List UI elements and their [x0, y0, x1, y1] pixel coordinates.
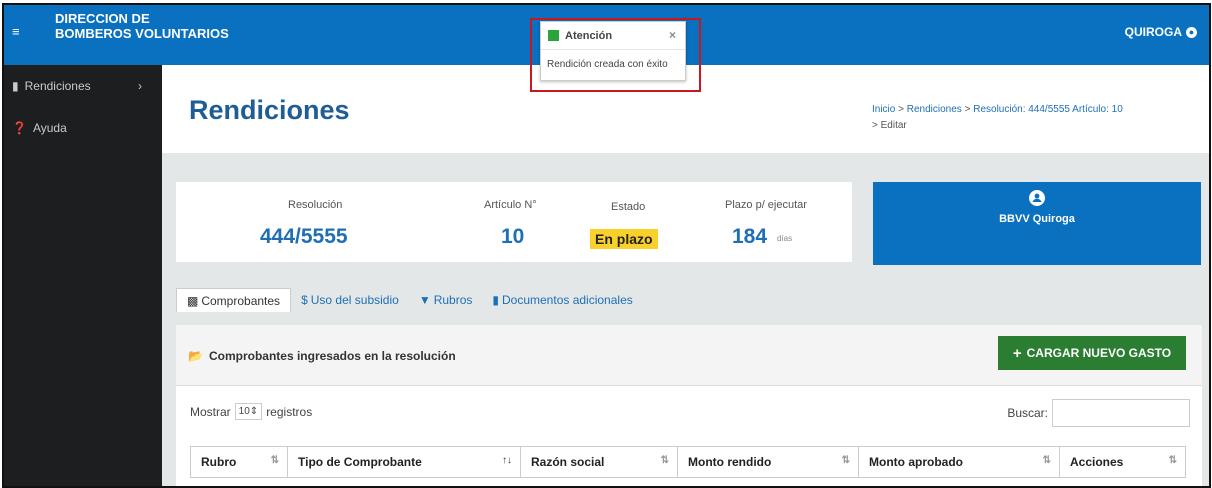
app-window: ≡ DIRECCION DE BOMBEROS VOLUNTARIOS QUIR… [2, 3, 1211, 488]
page-length-value: 10 [238, 406, 250, 417]
show-label: Mostrar [190, 404, 231, 419]
tab-documentos[interactable]: ▮ Documentos adicionales [482, 288, 642, 312]
document-icon: ▮ [12, 79, 19, 93]
tab-bar: ▩ Comprobantes $ Uso del subsidio ▼ Rubr… [176, 288, 643, 312]
breadcrumb-rendiciones[interactable]: Rendiciones [907, 104, 962, 115]
sort-icon: ⇅ [1168, 455, 1177, 466]
column-header[interactable]: Acciones ⇅ [1059, 446, 1186, 478]
estado-label: Estado [611, 201, 646, 213]
filter-icon: ▼ [418, 293, 431, 307]
sort-asc-icon: ↑↓ [502, 455, 512, 466]
brand-line-2: BOMBEROS VOLUNTARIOS [55, 26, 229, 41]
tab-label: Uso del subsidio [310, 293, 399, 307]
breadcrumb-resolucion[interactable]: Resolución: 444/5555 Artículo: 10 [973, 104, 1123, 115]
breadcrumb-sep: > [898, 104, 904, 115]
breadcrumb-inicio[interactable]: Inicio [872, 104, 895, 115]
breadcrumb-sep: > [964, 104, 971, 115]
folder-open-icon: 📂 [188, 349, 203, 363]
page-length-select[interactable]: 10⇕ [234, 403, 263, 420]
comprobantes-table: Rubro ⇅ Tipo de Comprobante ↑↓ Razón socia… [190, 446, 1186, 478]
plazo-label: Plazo p/ ejecutar [725, 199, 807, 211]
brand: DIRECCION DE BOMBEROS VOLUNTARIOS [55, 11, 229, 41]
resolucion-value: 444/5555 [260, 225, 348, 248]
dollar-icon: $ [301, 293, 308, 307]
sidebar-item-ayuda[interactable]: ❓ Ayuda [12, 121, 67, 135]
resolucion-label: Resolución [288, 199, 343, 211]
resolution-summary: Resolución 444/5555 Artículo N° 10 Estad… [176, 182, 852, 262]
plus-icon: + [1012, 344, 1022, 362]
status-badge: En plazo [590, 229, 658, 249]
sort-icon: ⇅ [1042, 455, 1051, 466]
tab-rubros[interactable]: ▼ Rubros [409, 288, 483, 312]
org-card: BBVV Quiroga [873, 182, 1201, 265]
breadcrumb-sep: > [872, 120, 878, 131]
user-menu[interactable]: QUIROGA ● [1125, 25, 1197, 39]
sidebar-item-rendiciones[interactable]: ▮ Rendiciones [12, 79, 91, 93]
user-name: QUIROGA [1124, 25, 1182, 39]
brand-line-1: DIRECCION DE [55, 11, 150, 26]
plazo-value: 184 [732, 225, 768, 248]
chevron-right-icon: › [138, 79, 142, 93]
table-search: Buscar: [1007, 399, 1190, 427]
menu-icon[interactable]: ≡ [12, 24, 20, 39]
breadcrumb: Inicio > Rendiciones > Resolución: 444/5… [872, 102, 1192, 134]
panel-title: 📂 Comprobantes ingresados en la resoluci… [188, 349, 456, 363]
panel-header: 📂 Comprobantes ingresados en la resoluci… [176, 325, 1202, 386]
sort-icon: ⇅ [841, 455, 850, 466]
add-expense-label: CARGAR NUEVO GASTO [1026, 346, 1172, 360]
tab-label: Rubros [433, 293, 473, 307]
tab-label: Comprobantes [201, 293, 281, 308]
sidebar-item-label: Rendiciones [24, 79, 91, 93]
search-label: Buscar: [1007, 406, 1048, 420]
page-title: Rendiciones [189, 95, 350, 125]
user-icon: ● [1186, 26, 1197, 38]
tab-uso-subsidio[interactable]: $ Uso del subsidio [291, 288, 409, 312]
file-icon: ▮ [492, 293, 499, 307]
sort-icon: ⇅ [270, 455, 279, 466]
column-header[interactable]: Monto rendido ⇅ [677, 446, 859, 478]
sidebar: ▮ Rendiciones › ❓ Ayuda [4, 65, 162, 486]
highlight-annotation [530, 18, 701, 92]
breadcrumb-editar: Editar [880, 120, 907, 131]
main-content: Rendiciones Inicio > Rendiciones > Resol… [162, 65, 1209, 486]
sort-icon: ⇅ [660, 455, 669, 466]
column-header[interactable]: Rubro ⇅ [190, 446, 288, 478]
page-length-control: Mostrar 10⇕ registros [190, 403, 312, 420]
comprobantes-panel: 📂 Comprobantes ingresados en la resoluci… [176, 325, 1202, 486]
users-icon [873, 190, 1201, 211]
articulo-label: Artículo N° [484, 199, 537, 211]
org-name: BBVV Quiroga [999, 213, 1075, 225]
registros-label: registros [266, 404, 313, 419]
receipt-icon: ▩ [187, 293, 199, 308]
column-header[interactable]: Tipo de Comprobante ↑↓ [287, 446, 521, 478]
panel-title-text: Comprobantes ingresados en la resolución [208, 349, 456, 363]
plazo-unit: días [777, 234, 793, 243]
column-header[interactable]: Monto aprobado ⇅ [858, 446, 1060, 478]
column-header[interactable]: Razón social ⇅ [520, 446, 678, 478]
help-icon: ❓ [12, 121, 27, 135]
articulo-value: 10 [501, 225, 525, 248]
search-input[interactable] [1052, 399, 1190, 427]
add-expense-button[interactable]: + CARGAR NUEVO GASTO [998, 336, 1186, 370]
sidebar-item-label: Ayuda [32, 121, 67, 135]
tab-label: Documentos adicionales [502, 293, 633, 307]
tab-comprobantes[interactable]: ▩ Comprobantes [176, 288, 292, 312]
